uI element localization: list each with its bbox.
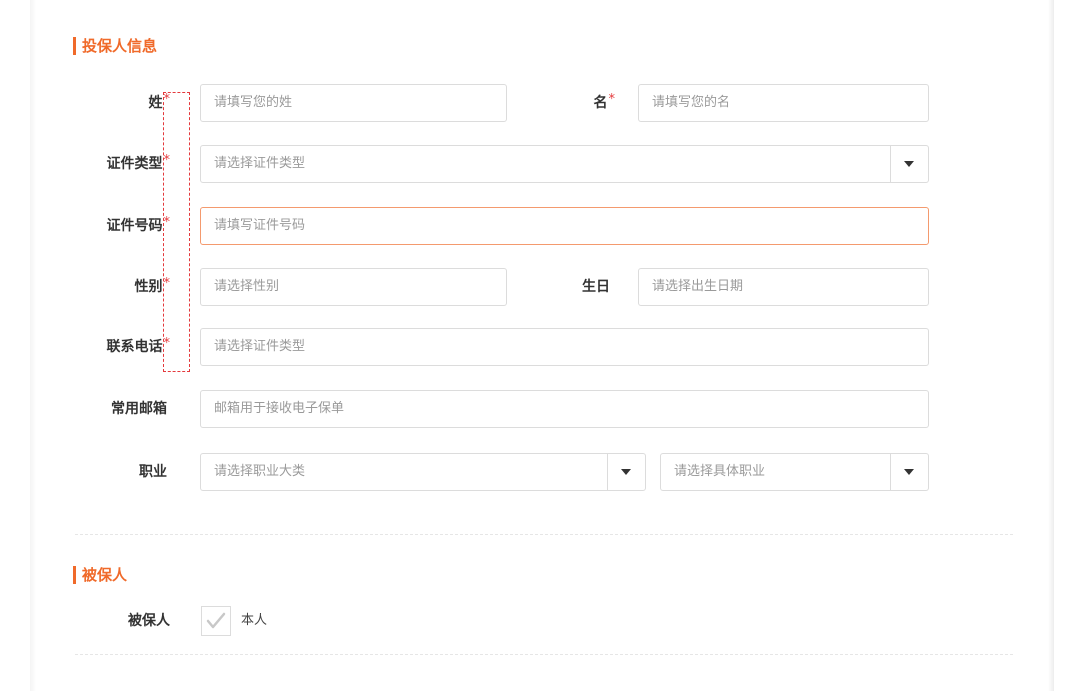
birthday-input[interactable]: 请选择出生日期 (638, 268, 929, 306)
caret-down-icon (621, 469, 631, 475)
phone-placeholder: 请选择证件类型 (214, 339, 306, 354)
phone-label: 联系电话* (90, 328, 171, 366)
required-marks-highlight-box (163, 92, 190, 372)
caret-down-icon (904, 161, 914, 167)
id-type-placeholder: 请选择证件类型 (214, 156, 306, 171)
given-name-input[interactable]: 请填写您的名 (638, 84, 929, 122)
birthday-placeholder: 请选择出生日期 (652, 279, 744, 294)
id-type-label-text: 证件类型 (106, 156, 163, 172)
check-icon (206, 612, 226, 629)
surname-label-text: 姓 (148, 95, 163, 111)
id-type-dropdown-button[interactable] (890, 146, 928, 182)
surname-input[interactable]: 请填写您的姓 (200, 84, 507, 122)
birthday-label: 生日 (582, 279, 610, 295)
section-divider (75, 534, 1013, 535)
email-placeholder: 邮箱用于接收电子保单 (214, 401, 345, 416)
occupation-category-dropdown-button[interactable] (607, 454, 645, 490)
occupation-specific-placeholder: 请选择具体职业 (674, 464, 766, 479)
gender-placeholder: 请选择性别 (214, 279, 280, 294)
insured-label: 被保人 (128, 613, 170, 629)
surname-label: 姓* (100, 84, 171, 122)
required-mark: * (608, 92, 616, 107)
left-panel-shadow (30, 0, 36, 691)
caret-down-icon (904, 469, 914, 475)
gender-label-text: 性别 (134, 279, 163, 295)
occupation-category-placeholder: 请选择职业大类 (214, 464, 306, 479)
id-number-label-text: 证件号码 (106, 218, 163, 234)
email-label: 常用邮箱 (111, 401, 167, 417)
gender-label: 性别* (100, 268, 171, 306)
id-type-label: 证件类型* (90, 145, 171, 183)
right-panel-shadow (1048, 0, 1054, 691)
occupation-specific-select[interactable]: 请选择具体职业 (660, 453, 929, 491)
occupation-category-select[interactable]: 请选择职业大类 (200, 453, 646, 491)
bottom-divider (75, 654, 1013, 655)
insured-self-checkbox[interactable] (201, 606, 231, 636)
gender-input[interactable]: 请选择性别 (200, 268, 507, 306)
phone-input[interactable]: 请选择证件类型 (200, 328, 929, 366)
given-name-label: 名* (540, 84, 616, 122)
given-name-placeholder: 请填写您的名 (652, 95, 731, 110)
insured-self-label: 本人 (241, 613, 268, 628)
email-input[interactable]: 邮箱用于接收电子保单 (200, 390, 929, 428)
insurance-form-page: 投保人信息 姓* 请填写您的姓 名* 请填写您的名 证件类型* 请选择证件类型 … (0, 0, 1074, 691)
id-number-label: 证件号码* (90, 207, 171, 245)
id-number-placeholder: 请填写证件号码 (214, 218, 306, 233)
occupation-label: 职业 (139, 464, 167, 480)
given-name-label-text: 名 (593, 95, 608, 111)
applicant-section-title: 投保人信息 (73, 36, 157, 56)
insured-section-title: 被保人 (73, 565, 127, 585)
id-number-input[interactable]: 请填写证件号码 (200, 207, 929, 245)
surname-placeholder: 请填写您的姓 (214, 95, 293, 110)
id-type-select[interactable]: 请选择证件类型 (200, 145, 929, 183)
occupation-specific-dropdown-button[interactable] (890, 454, 928, 490)
phone-label-text: 联系电话 (106, 339, 163, 355)
